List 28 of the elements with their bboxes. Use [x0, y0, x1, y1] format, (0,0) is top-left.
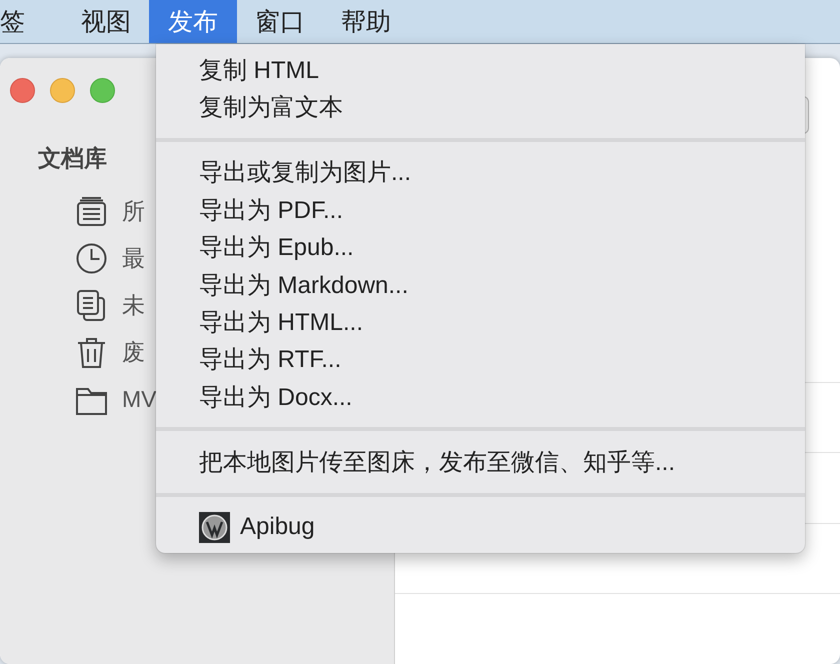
clock-icon [74, 241, 109, 276]
sidebar-item[interactable]: MV [122, 386, 156, 413]
menu-item[interactable]: Apibug [240, 513, 315, 542]
wordpress-icon [199, 512, 230, 543]
menu-item[interactable]: 导出为 Docx... [156, 378, 805, 416]
menu-bar-item[interactable]: 窗口 [237, 0, 323, 43]
close-button[interactable] [10, 78, 35, 103]
minimize-button[interactable] [50, 78, 75, 103]
stack-icon [74, 194, 109, 229]
zoom-button[interactable] [90, 78, 115, 103]
sidebar-heading: 文档库 [38, 144, 107, 173]
menu-item[interactable]: 把本地图片传至图床，发布至微信、知乎等... [156, 443, 805, 481]
menu-item[interactable]: 导出或复制为图片... [156, 154, 805, 192]
sidebar-item[interactable]: 所 [122, 196, 145, 227]
menu-bar-item[interactable]: 视图 [63, 0, 149, 43]
sidebar-item[interactable]: 最 [122, 243, 145, 274]
menu-item[interactable]: 复制 HTML [156, 51, 805, 88]
menu-bar-item[interactable]: 签 [0, 0, 63, 43]
menu-item[interactable]: 复制为富文本 [156, 88, 805, 126]
menu-item[interactable]: 导出为 HTML... [156, 303, 805, 341]
menu-bar-item[interactable]: 帮助 [323, 0, 409, 43]
menu-item[interactable]: 导出为 RTF... [156, 340, 805, 378]
menu-item[interactable]: 导出为 Epub... [156, 228, 805, 266]
menu-item[interactable]: 导出为 PDF... [156, 191, 805, 228]
menu-bar-item[interactable]: 发布 [149, 0, 237, 43]
sidebar-item[interactable]: 未 [122, 290, 145, 321]
sidebar-item[interactable]: 废 [122, 337, 145, 368]
menu-item[interactable]: 导出为 Markdown... [156, 266, 805, 304]
